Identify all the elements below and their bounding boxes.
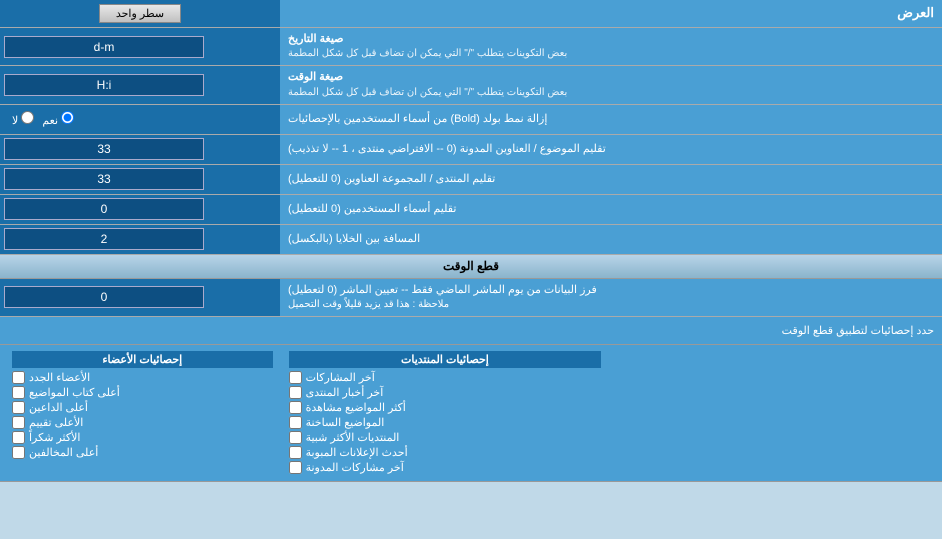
checkbox-aktar-mawadhi[interactable]: [289, 401, 302, 414]
topics-trim-input[interactable]: [4, 138, 204, 160]
cell-spacing-input[interactable]: [4, 228, 204, 250]
checkbox-ala-daein[interactable]: [12, 401, 25, 414]
checkbox-item: أعلى كتاب المواضيع: [12, 385, 273, 400]
col1-header: إحصائيات الأعضاء: [12, 351, 273, 368]
checkbox-ahdath-ilanat[interactable]: [289, 446, 302, 459]
time-format-sublabel: بعض التكوينات يتطلب "/" التي يمكن ان تضا…: [288, 86, 567, 100]
checkbox-item: أحدث الإعلانات المبوبة: [289, 445, 602, 460]
checkbox-item: آخر مشاركات المدونة: [289, 460, 602, 475]
time-format-label: صيغة الوقت: [288, 70, 343, 85]
cut-section-header: قطع الوقت: [0, 255, 942, 279]
checkbox-mawadhi-sakhna[interactable]: [289, 416, 302, 429]
checkbox-item: أكثر المواضيع مشاهدة: [289, 400, 602, 415]
checkbox-item: آخر أخبار المنتدى: [289, 385, 602, 400]
col2-header: إحصائيات المنتديات: [289, 351, 602, 368]
cell-spacing-label: المسافة بين الخلايا (بالبكسل): [288, 232, 420, 247]
bold-yes-radio[interactable]: [61, 111, 74, 124]
checkbox-akthar-shukr[interactable]: [12, 431, 25, 444]
checkbox-item: الأعلى تقييم: [12, 415, 273, 430]
cut-label: فرز البيانات من يوم الماشر الماضي فقط --…: [288, 283, 597, 298]
checkbox-item: المنتديات الأكثر شبية: [289, 430, 602, 445]
bold-yes-label: نعم: [42, 111, 74, 127]
date-format-label: صيغة التاريخ: [288, 32, 343, 47]
date-format-sublabel: بعض التكوينات يتطلب "/" التي يمكن ان تضا…: [288, 47, 567, 61]
time-format-input[interactable]: [4, 74, 204, 96]
checkbox-adaa-jodod[interactable]: [12, 371, 25, 384]
forum-trim-input[interactable]: [4, 168, 204, 190]
bold-remove-label: إزالة نمط بولد (Bold) من أسماء المستخدمي…: [288, 112, 547, 127]
checkbox-akhir-mosharka[interactable]: [289, 371, 302, 384]
checkbox-item: آخر المشاركات: [289, 370, 602, 385]
cut-note: ملاحظة : هذا قد يزيد قليلاً وقت التحميل: [288, 298, 449, 312]
checkbox-muntadiyat-akthar[interactable]: [289, 431, 302, 444]
checkbox-akhir-akhbar[interactable]: [289, 386, 302, 399]
checkbox-ala-kotab[interactable]: [12, 386, 25, 399]
username-trim-input[interactable]: [4, 198, 204, 220]
page-title: العرض: [280, 0, 942, 27]
bold-no-label: لا: [12, 111, 34, 127]
date-format-input[interactable]: [4, 36, 204, 58]
checkbox-ala-taqyim[interactable]: [12, 416, 25, 429]
forum-trim-label: تقليم المنتدى / المجموعة العناوين (0 للت…: [288, 172, 495, 187]
checkbox-ala-mukhalifin[interactable]: [12, 446, 25, 459]
checkbox-item: المواضيع الساخنة: [289, 415, 602, 430]
checkbox-item: الأعضاء الجدد: [12, 370, 273, 385]
topics-trim-label: تقليم الموضوع / العناوين المدونة (0 -- ا…: [288, 142, 606, 157]
cut-value-input[interactable]: [4, 286, 204, 308]
checkbox-item: الأكثر شكراً: [12, 430, 273, 445]
checkbox-item: أعلى الداعين: [12, 400, 273, 415]
username-trim-label: تقليم أسماء المستخدمين (0 للتعطيل): [288, 202, 456, 217]
checkbox-akhir-madawana[interactable]: [289, 461, 302, 474]
limit-label: حدد إحصائيات لتطبيق قطع الوقت: [0, 320, 942, 341]
bold-no-radio[interactable]: [21, 111, 34, 124]
checkbox-item: أعلى المخالفين: [12, 445, 273, 460]
display-dropdown[interactable]: سطر واحد: [99, 4, 181, 23]
